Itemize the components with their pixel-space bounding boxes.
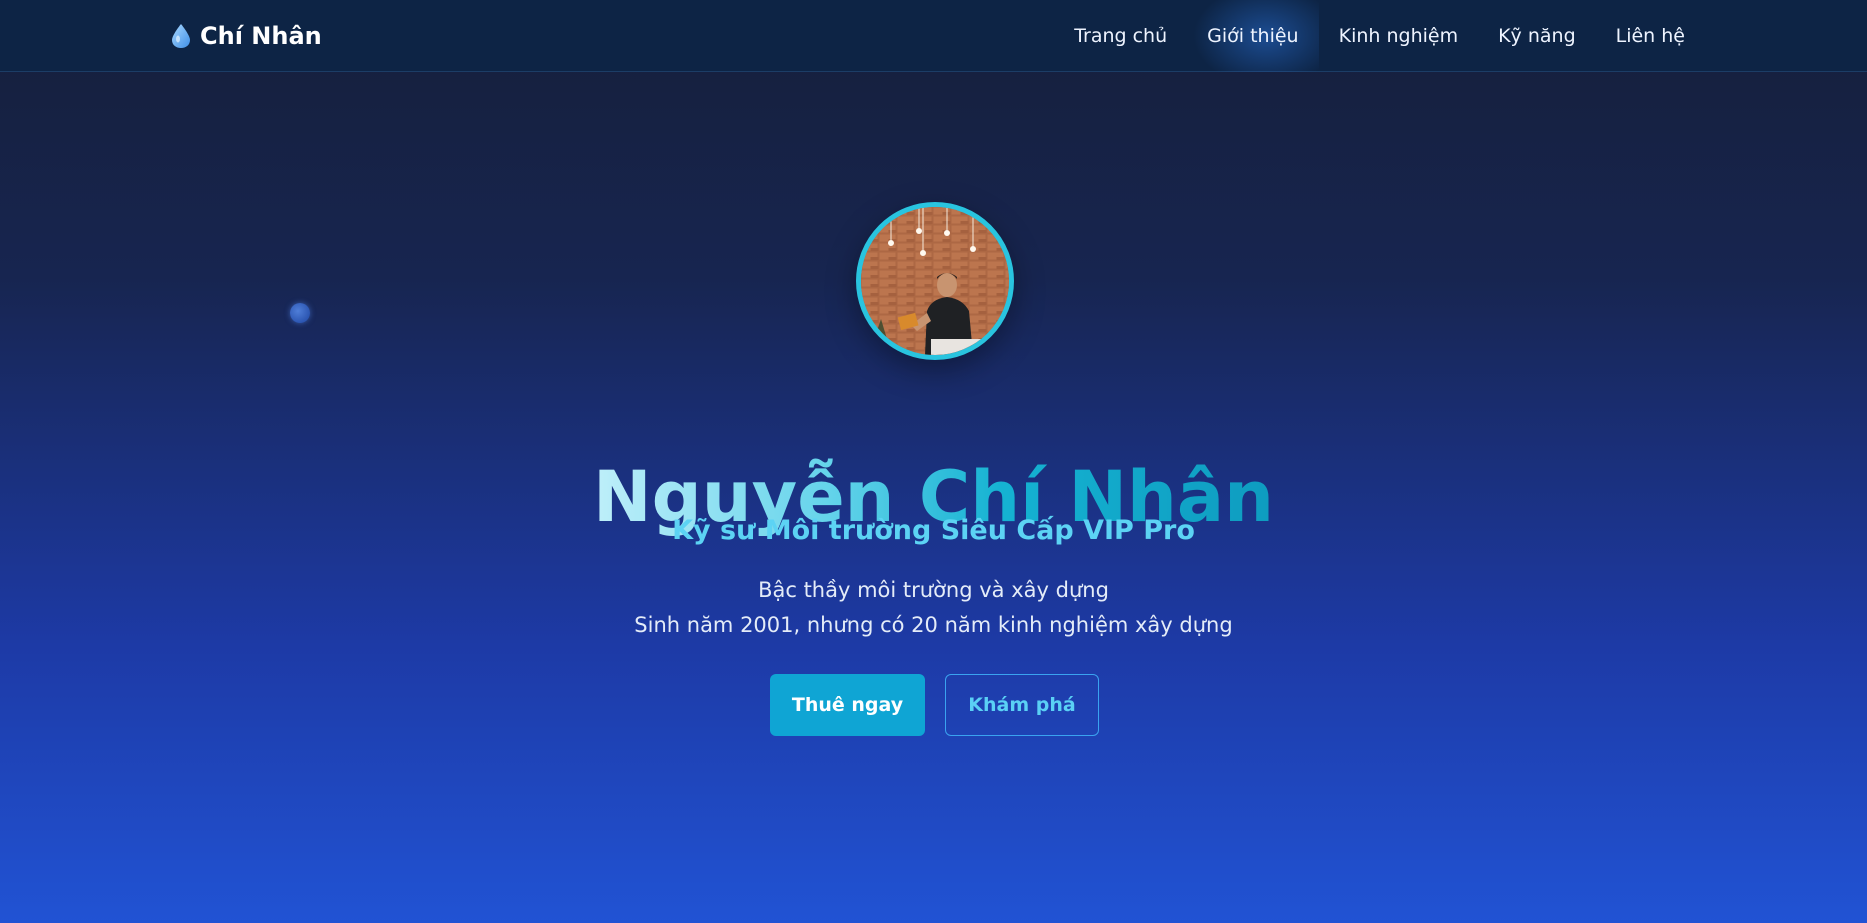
nav-link-about[interactable]: Giới thiệu [1187,0,1319,72]
brand-name: Chí Nhân [200,22,322,50]
explore-button[interactable]: Khám phá [945,674,1099,736]
decorative-orb [290,303,310,323]
hero-description-line1: Bậc thầy môi trường và xây dựng [758,578,1109,602]
nav-link-home[interactable]: Trang chủ [1054,0,1187,72]
nav-links: Trang chủ Giới thiệu Kinh nghiệm Kỹ năng… [1054,0,1705,72]
nav-link-contact[interactable]: Liên hệ [1596,0,1705,72]
hero-title: Kỹ sư Môi trường Siêu Cấp VIP Pro [672,515,1195,546]
water-drop-icon [172,24,190,48]
profile-photo [861,207,1009,355]
brand-logo[interactable]: Chí Nhân [170,18,322,54]
profile-avatar [856,202,1014,360]
nav-link-skills[interactable]: Kỹ năng [1478,0,1596,72]
navbar: Chí Nhân Trang chủ Giới thiệu Kinh nghiệ… [0,0,1867,72]
nav-link-experience[interactable]: Kinh nghiệm [1319,0,1478,72]
hire-now-button[interactable]: Thuê ngay [770,674,925,736]
hero-description-line2: Sinh năm 2001, nhưng có 20 năm kinh nghi… [634,613,1233,637]
